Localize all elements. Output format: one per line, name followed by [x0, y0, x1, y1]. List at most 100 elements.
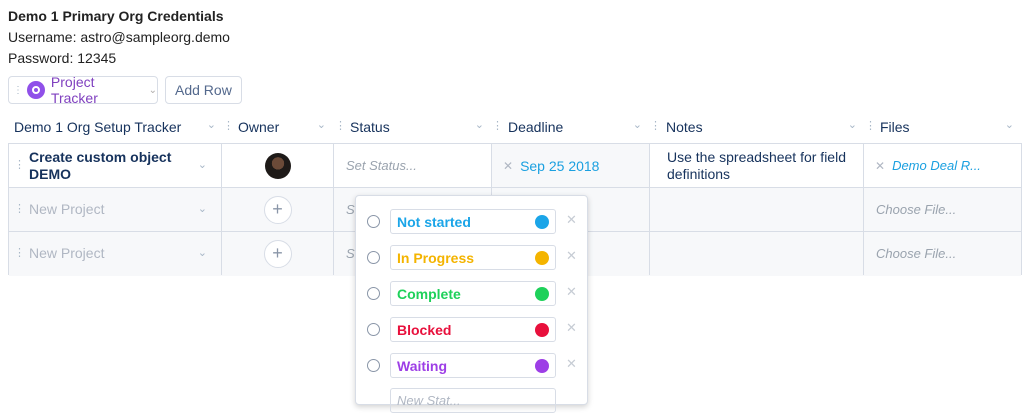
column-header-status[interactable]: Status ⌄ [350, 114, 488, 140]
choose-file-placeholder[interactable]: Choose File... [864, 202, 956, 217]
column-label-notes: Notes [666, 119, 703, 135]
toolbar: ⋮ Project Tracker ⌄ Add Row [8, 74, 242, 106]
status-option-complete[interactable]: Complete ✕ [356, 275, 587, 311]
status-pill[interactable]: Complete [390, 281, 556, 306]
radio-button[interactable] [367, 251, 380, 264]
remove-icon[interactable]: ✕ [566, 248, 577, 264]
color-dot-icon[interactable] [535, 287, 549, 301]
notes-text: Use the spreadsheet for field definition… [667, 148, 846, 182]
notes-cell[interactable]: Use the spreadsheet for field definition… [650, 144, 864, 187]
project-cell[interactable]: ⋮ Create custom object DEMO ⌄ [9, 144, 222, 187]
status-option-label: Waiting [397, 357, 448, 374]
drag-handle-icon[interactable]: ⋮ [13, 85, 23, 96]
add-row-button[interactable]: Add Row [165, 76, 242, 104]
clear-icon[interactable]: ✕ [875, 159, 885, 173]
remove-icon[interactable]: ✕ [566, 284, 577, 300]
radio-button[interactable] [367, 287, 380, 300]
project-cell[interactable]: ⋮ New Project ⌄ [9, 232, 222, 275]
add-owner-icon[interactable]: + [263, 195, 292, 224]
add-owner-icon[interactable]: + [263, 239, 292, 268]
chevron-down-icon[interactable]: ⌄ [207, 118, 216, 131]
status-cell[interactable]: Set Status... [334, 144, 492, 187]
column-label-files: Files [880, 119, 910, 135]
color-dot-icon[interactable] [535, 359, 549, 373]
status-pill[interactable]: Not started [390, 209, 556, 234]
clear-icon[interactable]: ✕ [503, 159, 513, 173]
owner-cell[interactable]: + [222, 232, 334, 275]
status-option-label: Complete [397, 285, 461, 302]
column-label-project: Demo 1 Org Setup Tracker [14, 119, 182, 135]
deadline-value: Sep 25 2018 [520, 157, 600, 174]
chevron-down-icon[interactable]: ⌄ [1005, 118, 1014, 131]
column-header-files[interactable]: Files ⌄ [880, 114, 1018, 140]
status-placeholder: Set Status... [346, 158, 417, 173]
chevron-down-icon[interactable]: ⌄ [475, 118, 484, 131]
radio-button[interactable] [367, 359, 380, 372]
project-cell[interactable]: ⋮ New Project ⌄ [9, 188, 222, 231]
row-drag-handle-icon[interactable]: ⋮ [14, 246, 25, 259]
status-pill[interactable]: Waiting [390, 353, 556, 378]
status-option-label: Blocked [397, 321, 452, 338]
column-header-owner[interactable]: Owner ⌄ [238, 114, 330, 140]
column-resize-handle[interactable]: ⋮ [865, 119, 876, 132]
files-cell[interactable]: Choose File... [864, 188, 1021, 231]
remove-icon[interactable]: ✕ [566, 320, 577, 336]
radio-button[interactable] [367, 323, 380, 336]
color-dot-icon[interactable] [535, 323, 549, 337]
column-header-deadline[interactable]: Deadline ⌄ [508, 114, 646, 140]
files-cell[interactable]: Choose File... [864, 232, 1021, 275]
owner-cell[interactable]: + [222, 188, 334, 231]
project-tracker-label: Project Tracker [50, 74, 98, 106]
credentials-username: Username: astro@sampleorg.demo [8, 29, 230, 45]
status-pill[interactable]: Blocked [390, 317, 556, 342]
status-option-waiting[interactable]: Waiting ✕ [356, 347, 587, 383]
chevron-down-icon[interactable]: ⌄ [198, 246, 207, 259]
row-drag-handle-icon[interactable]: ⋮ [14, 202, 25, 215]
column-resize-handle[interactable]: ⋮ [650, 119, 661, 132]
notes-cell[interactable] [650, 232, 864, 275]
chevron-down-icon[interactable]: ⌄ [633, 118, 642, 131]
column-header-project[interactable]: Demo 1 Org Setup Tracker ⌄ [14, 114, 220, 140]
status-option-not-started[interactable]: Not started ✕ [356, 203, 587, 239]
column-resize-handle[interactable]: ⋮ [492, 119, 503, 132]
column-resize-handle[interactable]: ⋮ [223, 119, 234, 132]
chevron-down-icon: ⌄ [148, 84, 157, 96]
chevron-down-icon[interactable]: ⌄ [848, 118, 857, 131]
remove-icon[interactable]: ✕ [566, 356, 577, 372]
color-dot-icon[interactable] [535, 215, 549, 229]
status-option-label: In Progress [397, 249, 475, 266]
table-row: ⋮ Create custom object DEMO ⌄ Set Status… [9, 144, 1021, 188]
file-link[interactable]: Demo Deal R... [892, 158, 981, 173]
status-placeholder: S [346, 202, 355, 217]
table-header: Demo 1 Org Setup Tracker ⌄ ⋮ Owner ⌄ ⋮ S… [0, 114, 1028, 140]
chevron-down-icon[interactable]: ⌄ [317, 118, 326, 131]
column-label-deadline: Deadline [508, 119, 564, 135]
owner-cell[interactable] [222, 144, 334, 187]
credentials-password: Password: 12345 [8, 50, 117, 66]
column-header-notes[interactable]: Notes ⌄ [666, 114, 861, 140]
new-status-input[interactable]: New Stat... [390, 388, 556, 413]
column-label-owner: Owner [238, 119, 280, 135]
files-cell[interactable]: ✕ Demo Deal R... [864, 144, 1021, 187]
status-option-label: Not started [397, 213, 471, 230]
avatar[interactable] [264, 152, 291, 179]
column-resize-handle[interactable]: ⋮ [335, 119, 346, 132]
project-tracker-dropdown[interactable]: ⋮ Project Tracker ⌄ [8, 74, 158, 106]
project-name: Create custom object DEMO [29, 148, 172, 182]
chevron-down-icon[interactable]: ⌄ [198, 158, 207, 171]
status-pill[interactable]: In Progress [390, 245, 556, 270]
color-dot-icon[interactable] [535, 251, 549, 265]
credentials-title: Demo 1 Primary Org Credentials [8, 8, 224, 24]
status-dropdown: Not started ✕ In Progress ✕ Complete ✕ B… [355, 195, 588, 413]
tracker-target-icon [27, 81, 45, 99]
radio-button[interactable] [367, 215, 380, 228]
remove-icon[interactable]: ✕ [566, 212, 577, 228]
status-option-blocked[interactable]: Blocked ✕ [356, 311, 587, 347]
notes-cell[interactable] [650, 188, 864, 231]
chevron-down-icon[interactable]: ⌄ [198, 202, 207, 215]
status-placeholder: S [346, 246, 355, 261]
choose-file-placeholder[interactable]: Choose File... [864, 246, 956, 261]
row-drag-handle-icon[interactable]: ⋮ [14, 158, 25, 171]
status-option-in-progress[interactable]: In Progress ✕ [356, 239, 587, 275]
deadline-cell[interactable]: ✕ Sep 25 2018 [492, 144, 650, 187]
